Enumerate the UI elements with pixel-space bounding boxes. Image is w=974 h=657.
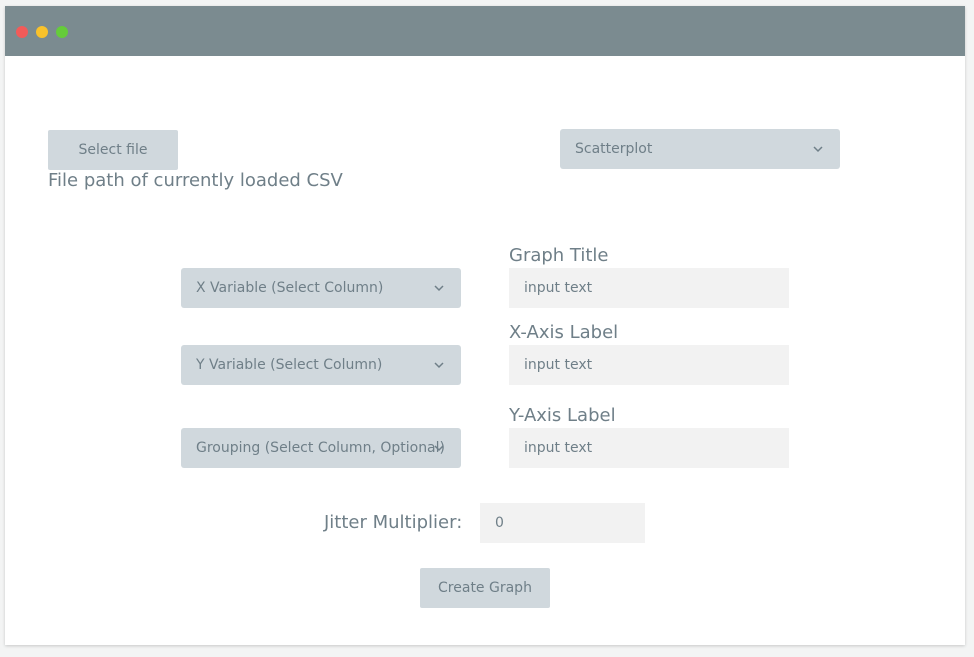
- x-axis-label-input[interactable]: input text: [509, 345, 789, 385]
- y-variable-value: Y Variable (Select Column): [196, 357, 383, 373]
- select-file-button[interactable]: Select file: [48, 130, 178, 170]
- y-variable-select[interactable]: Y Variable (Select Column): [181, 345, 461, 385]
- title-bar: [5, 6, 965, 56]
- create-graph-button[interactable]: Create Graph: [420, 568, 550, 608]
- app-window: Select file File path of currently loade…: [5, 6, 965, 645]
- x-variable-select[interactable]: X Variable (Select Column): [181, 268, 461, 308]
- y-axis-label-input[interactable]: input text: [509, 428, 789, 468]
- plot-type-select[interactable]: Scatterplot: [560, 129, 840, 169]
- maximize-window-icon[interactable]: [56, 26, 68, 38]
- x-variable-value: X Variable (Select Column): [196, 280, 384, 296]
- jitter-multiplier-input[interactable]: 0: [480, 503, 645, 543]
- chevron-down-icon: [813, 146, 823, 153]
- file-path-label: File path of currently loaded CSV: [48, 170, 343, 191]
- plot-type-value: Scatterplot: [575, 141, 653, 157]
- jitter-multiplier-label: Jitter Multiplier:: [324, 512, 463, 533]
- chevron-down-icon: [434, 445, 444, 452]
- y-axis-label-heading: Y-Axis Label: [509, 405, 616, 426]
- graph-title-input[interactable]: input text: [509, 268, 789, 308]
- close-window-icon[interactable]: [16, 26, 28, 38]
- x-axis-label-heading: X-Axis Label: [509, 322, 619, 343]
- chevron-down-icon: [434, 362, 444, 369]
- minimize-window-icon[interactable]: [36, 26, 48, 38]
- chevron-down-icon: [434, 285, 444, 292]
- grouping-select[interactable]: Grouping (Select Column, Optional): [181, 428, 461, 468]
- grouping-value: Grouping (Select Column, Optional): [196, 440, 445, 456]
- graph-title-label: Graph Title: [509, 245, 609, 266]
